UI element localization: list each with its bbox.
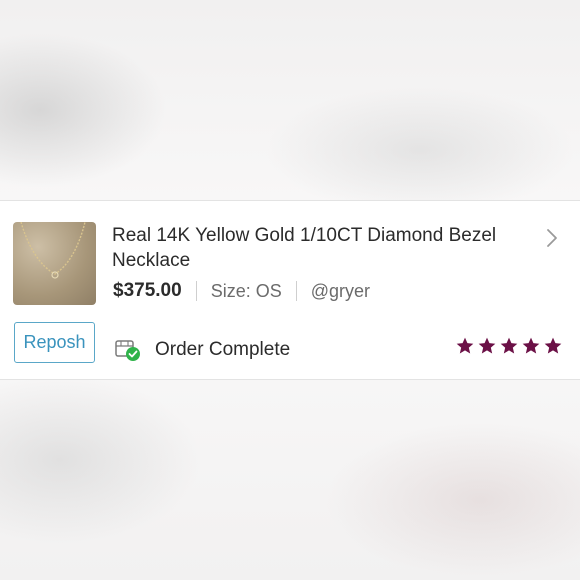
product-thumbnail[interactable] [13, 222, 96, 305]
divider [295, 281, 297, 301]
star-icon [544, 337, 562, 354]
background-blur-bottom [0, 380, 580, 580]
reposh-button[interactable]: Reposh [14, 322, 95, 363]
seller-username[interactable]: @gryer [311, 281, 370, 302]
listing-price: $375.00 [113, 280, 182, 301]
rating-stars [455, 336, 563, 356]
necklace-icon [20, 222, 86, 279]
star-icon [522, 337, 540, 354]
package-check-icon [115, 340, 140, 361]
order-card[interactable]: Real 14K Yellow Gold 1/10CT Diamond Beze… [0, 200, 580, 380]
star-icon [456, 337, 474, 354]
divider [195, 281, 197, 301]
listing-size: Size: OS [210, 280, 282, 301]
background-blur-top [0, 0, 580, 200]
listing-meta: $375.00 Size: OS @gryer [113, 279, 370, 303]
star-icon [500, 337, 518, 354]
listing-title[interactable]: Real 14K Yellow Gold 1/10CT Diamond Beze… [112, 223, 512, 273]
star-icon [478, 337, 496, 354]
chevron-right-icon[interactable] [542, 227, 562, 249]
order-status: Order Complete [155, 339, 291, 360]
